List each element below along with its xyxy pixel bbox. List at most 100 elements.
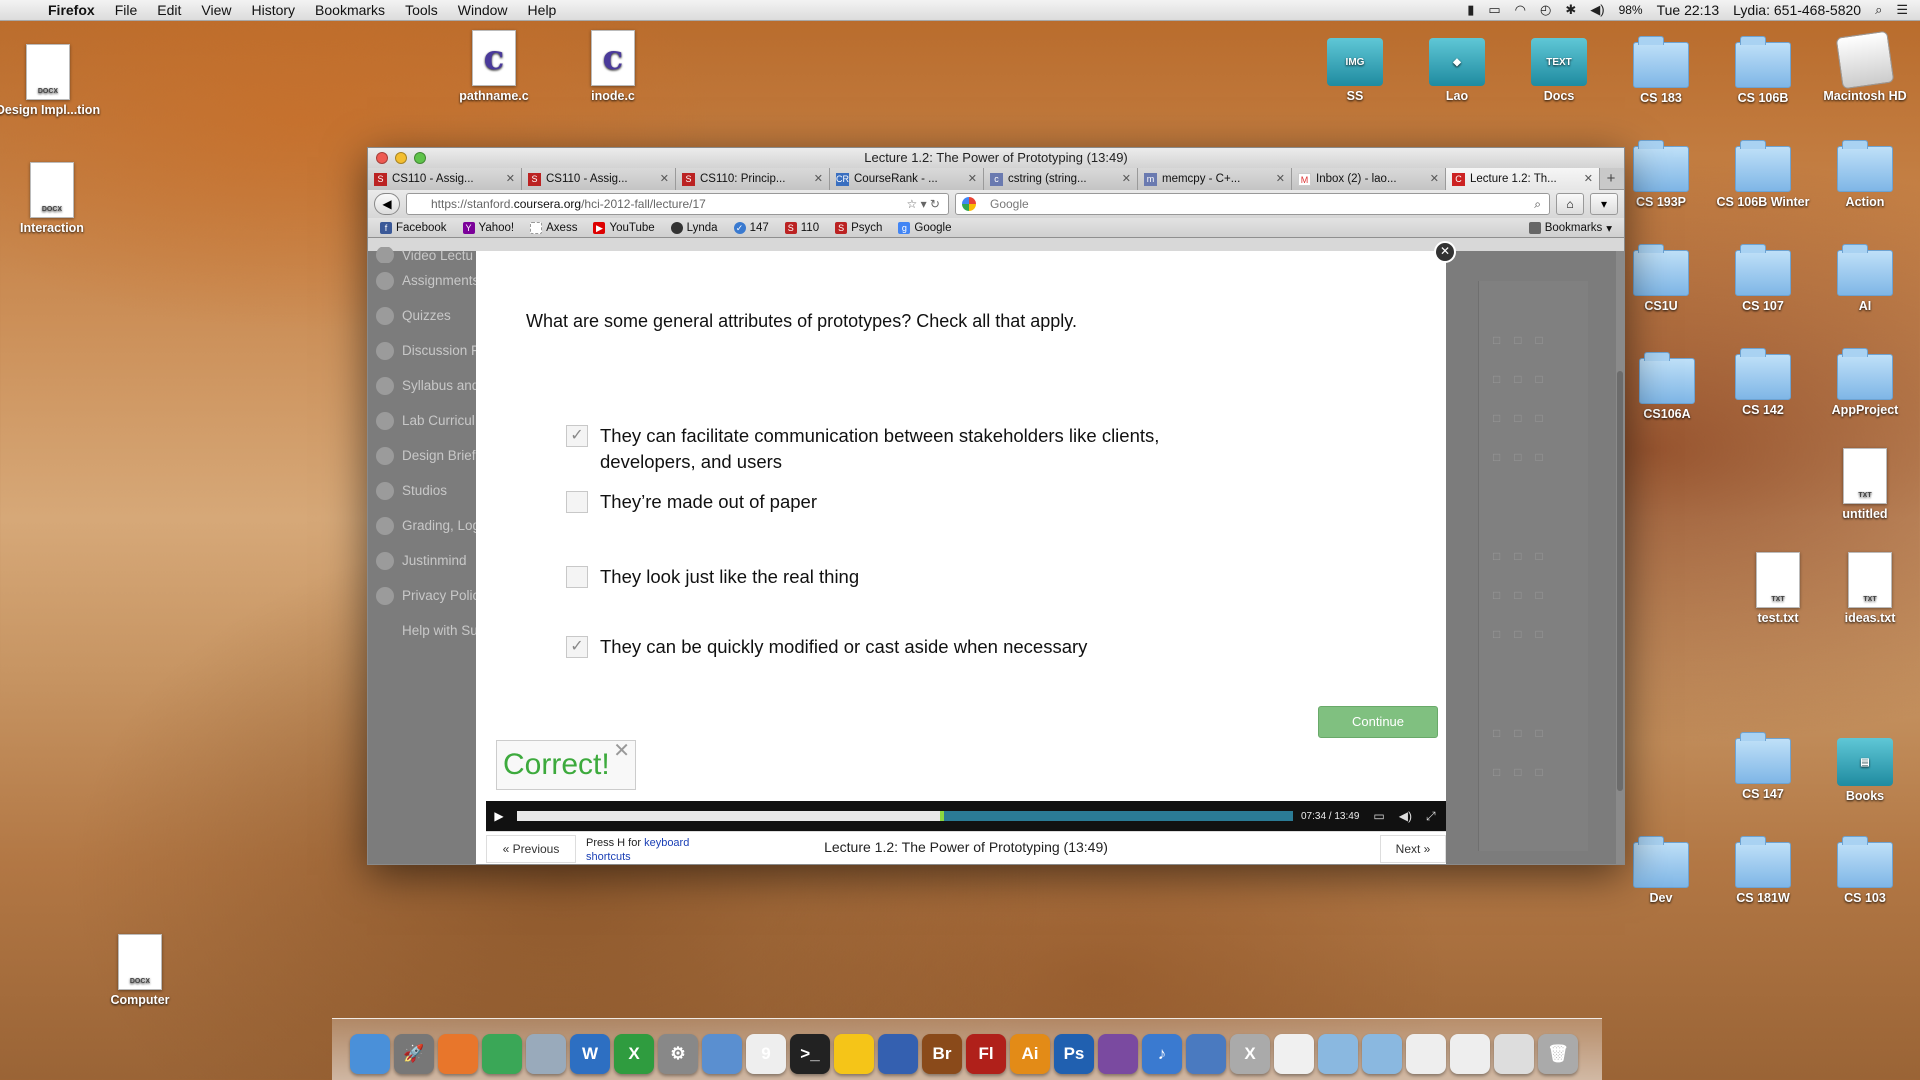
menu-history[interactable]: History (241, 0, 305, 21)
checkbox[interactable]: ✓ (566, 636, 588, 658)
menu-bookmarks[interactable]: Bookmarks (305, 0, 395, 21)
progress-handle[interactable] (939, 811, 944, 821)
desktop-icon-interaction[interactable]: DOCX Interaction (0, 162, 107, 235)
tab-lecture[interactable]: C Lecture 1.2: Th... ✕ (1446, 168, 1600, 190)
bookmark-yahoo[interactable]: Y Yahoo! (462, 221, 514, 234)
battery-percent[interactable]: 98% (1619, 3, 1643, 17)
dock-file1-icon[interactable] (1406, 1034, 1446, 1074)
menu-help[interactable]: Help (518, 0, 567, 21)
bookmark-psych[interactable]: S Psych (835, 221, 882, 234)
checkbox[interactable]: ✓ (566, 425, 588, 447)
dock-itunes-icon[interactable]: ♪ (1142, 1034, 1182, 1074)
quiz-option-4[interactable]: ✓ They can be quickly modified or cast a… (566, 634, 1087, 660)
tab-memcpy[interactable]: m memcpy - C+... ✕ (1138, 168, 1292, 190)
desktop-icon-ss[interactable]: IMG SS (1300, 38, 1410, 103)
tab-close-icon[interactable]: ✕ (1430, 168, 1439, 190)
desktop-icon-lao[interactable]: ◆ Lao (1402, 38, 1512, 103)
dismiss-feedback-icon[interactable]: ✕ (613, 739, 630, 763)
sidebar-item-video-lectures[interactable]: Video Lectu (376, 247, 486, 263)
desktop-folder-cs106b[interactable]: CS 106B (1708, 36, 1818, 105)
desktop-folder-cs142[interactable]: CS 142 (1708, 348, 1818, 417)
desktop-file-ideas-txt[interactable]: TXT ideas.txt (1815, 552, 1920, 625)
close-window-button[interactable] (376, 152, 388, 164)
bookmarks-menu[interactable]: Bookmarks ▾ (1528, 221, 1624, 235)
tab-close-icon[interactable]: ✕ (660, 168, 669, 190)
dock-calendar-icon[interactable]: 9 (746, 1034, 786, 1074)
tab-cs110-princip[interactable]: S CS110: Princip... ✕ (676, 168, 830, 190)
dock-downloads-icon[interactable] (1494, 1034, 1534, 1074)
menu-tools[interactable]: Tools (395, 0, 448, 21)
dock-xcode-icon[interactable] (702, 1034, 742, 1074)
time-machine-icon[interactable]: ◴ (1540, 2, 1551, 18)
quiz-option-1[interactable]: ✓ They can facilitate communication betw… (566, 423, 1159, 475)
bookmark-youtube[interactable]: ▶ YouTube (593, 221, 655, 234)
sidebar-item-privacy[interactable]: Privacy Polic (376, 578, 486, 613)
desktop-folder-cs103[interactable]: CS 103 (1810, 836, 1920, 905)
close-modal-icon[interactable]: ✕ (1434, 241, 1456, 263)
continue-button[interactable]: Continue (1318, 706, 1438, 738)
url-bar[interactable]: https://stanford.coursera.org/hci-2012-f… (406, 193, 949, 215)
sidebar-item-lab[interactable]: Lab Curricul (376, 403, 486, 438)
minimize-window-button[interactable] (395, 152, 407, 164)
bookmark-facebook[interactable]: f Facebook (380, 221, 447, 234)
desktop-folder-cs106b-winter[interactable]: CS 106B Winter (1708, 140, 1818, 209)
tab-cstring[interactable]: c cstring (string... ✕ (984, 168, 1138, 190)
volume-icon[interactable]: ◀) (1399, 809, 1412, 823)
desktop-icon-design-impl[interactable]: DOCX Design Impl...tion (0, 44, 103, 117)
checkbox[interactable] (566, 491, 588, 513)
new-tab-button[interactable]: + (1600, 168, 1622, 189)
menu-edit[interactable]: Edit (147, 0, 191, 21)
zoom-window-button[interactable] (414, 152, 426, 164)
desktop-file-untitled[interactable]: TXT untitled (1810, 448, 1920, 521)
sidebar-item-studios[interactable]: Studios (376, 473, 486, 508)
play-icon[interactable]: ▶ (486, 809, 512, 823)
bookmark-110[interactable]: S 110 (784, 221, 819, 234)
sidebar-item-quizzes[interactable]: Quizzes (376, 298, 486, 333)
menu-view[interactable]: View (191, 0, 241, 21)
dock-terminal-icon[interactable]: >_ (790, 1034, 830, 1074)
spotlight-icon[interactable]: ⌕ (1875, 2, 1882, 18)
desktop-icon-inode-c[interactable]: c inode.c (558, 30, 668, 103)
dock-illustrator-icon[interactable]: Ai (1010, 1034, 1050, 1074)
dock-system-prefs-icon[interactable]: ⚙ (658, 1034, 698, 1074)
desktop-folder-cs183[interactable]: CS 183 (1606, 36, 1716, 105)
dock-firefox-icon[interactable] (438, 1034, 478, 1074)
dock-adium-icon[interactable] (834, 1034, 874, 1074)
tab-courserank[interactable]: CR CourseRank - ... ✕ (830, 168, 984, 190)
dock-trash-icon[interactable]: 🗑 (1538, 1034, 1578, 1074)
desktop-folder-cs181w[interactable]: CS 181W (1708, 836, 1818, 905)
tab-close-icon[interactable]: ✕ (814, 168, 823, 190)
sidebar-item-discussion[interactable]: Discussion F (376, 333, 486, 368)
next-button[interactable]: Next » (1380, 835, 1446, 863)
desktop-icon-computer[interactable]: DOCX Computer (85, 934, 195, 1007)
evernote-icon[interactable]: ▮ (1467, 2, 1474, 18)
wifi-icon[interactable]: ◠ (1515, 2, 1526, 18)
desktop-folder-appproject[interactable]: AppProject (1810, 348, 1920, 417)
dock-flash-icon[interactable]: Fl (966, 1034, 1006, 1074)
dock-excel-icon[interactable]: X (614, 1034, 654, 1074)
desktop-icon-pathname-c[interactable]: c pathname.c (439, 30, 549, 103)
tab-cs110-assign-1[interactable]: S CS110 - Assig... ✕ (368, 168, 522, 190)
tools-button[interactable]: ▾ (1590, 193, 1618, 215)
back-button[interactable]: ◀ (374, 193, 400, 215)
tab-cs110-assign-2[interactable]: S CS110 - Assig... ✕ (522, 168, 676, 190)
sidebar-item-assignments[interactable]: Assignments (376, 263, 486, 298)
battery-widget-icon[interactable]: ▭ (1488, 2, 1500, 18)
tab-close-icon[interactable]: ✕ (968, 168, 977, 190)
video-progress-bar[interactable] (517, 811, 1293, 821)
bookmark-lynda[interactable]: Lynda (670, 221, 718, 234)
volume-icon[interactable]: ◀) (1590, 2, 1604, 18)
bookmark-google[interactable]: g Google (898, 221, 952, 234)
quiz-option-3[interactable]: They look just like the real thing (566, 564, 859, 590)
dock-finder-icon[interactable] (350, 1034, 390, 1074)
search-input[interactable]: Google ⌕ (955, 193, 1550, 215)
desktop-folder-action[interactable]: Action (1810, 140, 1920, 209)
dock-file2-icon[interactable] (1450, 1034, 1490, 1074)
menu-file[interactable]: File (105, 0, 148, 21)
clock[interactable]: Tue 22:13 (1657, 2, 1720, 18)
desktop-folder-cs147[interactable]: CS 147 (1708, 732, 1818, 801)
scrollbar-thumb[interactable] (1617, 371, 1623, 791)
notification-center-icon[interactable]: ☰ (1896, 2, 1908, 18)
sidebar-item-design-briefs[interactable]: Design Briefs (376, 438, 486, 473)
tab-close-icon[interactable]: ✕ (1122, 168, 1131, 190)
